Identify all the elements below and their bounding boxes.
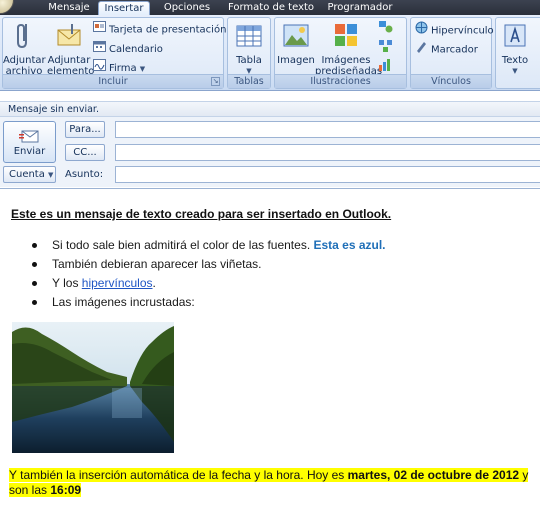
marcador-button[interactable]: Marcador: [415, 40, 478, 56]
calendar-icon: [93, 40, 106, 58]
group-texto: Texto ▼: [495, 17, 540, 89]
texto-label: Texto: [501, 55, 529, 66]
calendario-button[interactable]: Calendario: [93, 40, 163, 56]
imagenes-label-1: Imágenes: [321, 55, 371, 66]
tabla-label: Tabla: [236, 55, 262, 66]
smart-art-icon-button[interactable]: [379, 40, 396, 56]
bullet-icon: [32, 300, 37, 305]
chart-button[interactable]: [379, 59, 396, 75]
message-infobar: Mensaje sin enviar.: [0, 101, 540, 117]
dialog-launcher-icon[interactable]: ↘: [211, 77, 220, 86]
clip-art-icon: [333, 20, 359, 52]
firma-label: Firma: [109, 63, 137, 74]
envelope-icon: [56, 20, 82, 52]
smartart-icon: [379, 40, 393, 58]
bullet-icon: [32, 281, 37, 286]
bullet-text: Las imágenes incrustadas:: [52, 295, 195, 309]
list-item: Si todo sale bien admitirá el color de l…: [30, 236, 386, 255]
dropdown-arrow-icon: ▼: [512, 67, 518, 75]
table-icon: [236, 20, 262, 52]
ribbon-tab-bar: Mensaje Insertar Opciones Formato de tex…: [0, 0, 540, 15]
send-button[interactable]: Enviar: [3, 121, 56, 163]
adjuntar-archivo-button[interactable]: Adjuntar archivo: [3, 20, 46, 77]
business-card-icon: [93, 21, 106, 38]
imagen-button[interactable]: Imagen: [277, 20, 315, 66]
adjuntar-elemento-label-1: Adjuntar: [47, 55, 91, 66]
tab-mensaje[interactable]: Mensaje: [40, 1, 98, 15]
body-title: Este es un mensaje de texto creado para …: [11, 207, 392, 221]
firma-button[interactable]: Firma ▼: [93, 59, 145, 75]
list-item: Las imágenes incrustadas:: [30, 293, 386, 312]
send-button-label: Enviar: [13, 146, 46, 157]
message-body[interactable]: Este es un mensaje de texto creado para …: [0, 188, 540, 510]
shapes-icon: [379, 21, 393, 39]
adjuntar-elemento-button[interactable]: Adjuntar elemento: [47, 20, 94, 77]
adjuntar-archivo-label-1: Adjuntar: [3, 55, 46, 66]
group-label-incluir: Incluir: [3, 74, 223, 88]
paperclip-icon: [12, 20, 36, 52]
account-button[interactable]: Cuenta ▼: [3, 166, 56, 183]
marcador-label: Marcador: [431, 44, 478, 56]
ribbon: Adjuntar archivo Adjuntar elemento Tarje…: [0, 15, 540, 91]
bookmark-icon: [415, 40, 428, 59]
bullet-list: Si todo sale bien admitirá el color de l…: [30, 236, 386, 312]
tarjeta-label: Tarjeta de presentación: [109, 24, 227, 36]
hipervinculo-button[interactable]: Hipervínculo: [415, 21, 494, 37]
group-ilustraciones: Imagen Imágenes prediseñadas Ilustracion…: [274, 17, 407, 89]
message-header: Enviar Para... CC... Cuenta ▼ Asunto:: [0, 117, 540, 187]
smartart-button[interactable]: [379, 21, 396, 37]
texto-button[interactable]: Texto ▼: [498, 20, 532, 77]
blue-text: Esta es azul.: [313, 238, 386, 252]
send-envelope-icon: [19, 128, 41, 147]
bullet-text: Si todo sale bien admitirá el color de l…: [52, 238, 314, 252]
group-vinculos: Hipervínculo Marcador Vínculos: [410, 17, 494, 89]
tabla-button[interactable]: Tabla ▼: [230, 20, 268, 77]
bullet-icon: [32, 243, 37, 248]
hipervinculo-label: Hipervínculo: [431, 25, 494, 37]
embedded-lake-image[interactable]: [12, 322, 174, 453]
bullet-text: .: [152, 276, 156, 290]
highlighted-text: Y también la inserción automática de la …: [9, 468, 348, 482]
globe-link-icon: [415, 21, 428, 40]
tab-insertar[interactable]: Insertar: [98, 1, 150, 15]
account-label: Cuenta: [9, 169, 45, 180]
subject-field[interactable]: [115, 166, 540, 183]
to-button[interactable]: Para...: [65, 121, 105, 138]
date-time-paragraph: Y también la inserción automática de la …: [9, 468, 537, 498]
hyperlink[interactable]: hipervínculos: [82, 276, 153, 290]
picture-icon: [283, 20, 309, 52]
group-label-ilustraciones: Ilustraciones: [275, 74, 406, 88]
text-box-icon: [502, 20, 528, 52]
dropdown-arrow-icon: ▼: [139, 65, 146, 73]
tab-opciones[interactable]: Opciones: [156, 1, 218, 15]
subject-label: Asunto:: [65, 169, 104, 180]
group-incluir: Adjuntar archivo Adjuntar elemento Tarje…: [2, 17, 235, 89]
imagenes-predisenadas-button[interactable]: Imágenes prediseñadas: [315, 20, 382, 77]
tab-programador[interactable]: Programador: [324, 1, 396, 15]
calendario-label: Calendario: [109, 44, 163, 55]
office-button[interactable]: [0, 0, 14, 14]
bullet-text: También debieran aparecer las viñetas.: [52, 257, 262, 271]
cc-field[interactable]: [115, 144, 540, 161]
group-label-tablas: Tablas: [228, 74, 270, 88]
dropdown-arrow-icon: ▼: [48, 171, 54, 179]
bullet-text: Y los: [52, 276, 82, 290]
bullet-icon: [32, 262, 37, 267]
tarjeta-presentacion-button[interactable]: Tarjeta de presentación ▼: [93, 21, 235, 37]
imagen-label: Imagen: [277, 55, 315, 66]
group-tablas: Tabla ▼ Tablas: [227, 17, 271, 89]
list-item: Y los hipervínculos.: [30, 274, 386, 293]
highlighted-date: martes, 02 de octubre de 2012: [347, 468, 520, 482]
tab-formato-de-texto[interactable]: Formato de texto: [224, 1, 318, 15]
cc-button[interactable]: CC...: [65, 144, 105, 161]
to-field[interactable]: [115, 121, 540, 138]
group-label-vinculos: Vínculos: [411, 74, 491, 88]
highlighted-time: 16:09: [50, 483, 82, 497]
list-item: También debieran aparecer las viñetas.: [30, 255, 386, 274]
